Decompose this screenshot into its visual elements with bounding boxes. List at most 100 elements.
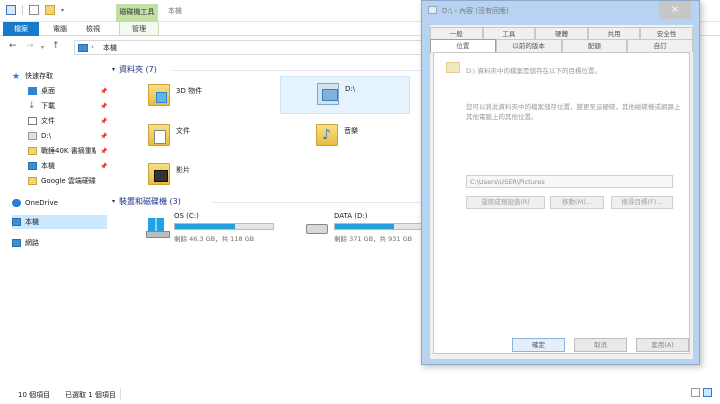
drive-usage-bar	[174, 223, 274, 230]
dialog-title-bar: D:\ - 內容 (沒有回應) ×	[422, 1, 699, 21]
group-title: 裝置和磁碟機 (3)	[119, 197, 181, 206]
location-panel: D:\ 資料夾中的檔案是儲存在以下的目標位置。 您可以將此資料夾中的檔案儲存位置…	[433, 52, 690, 354]
tab-location[interactable]: 位置	[430, 39, 496, 53]
sidebar-item-this-pc-pinned[interactable]: 本機 📌	[28, 159, 108, 173]
pin-icon: 📌	[100, 102, 108, 110]
sidebar-item-label: 桌面	[41, 87, 55, 95]
computer-icon	[78, 44, 88, 52]
cloud-icon	[12, 199, 21, 207]
tab-manage[interactable]: 管理	[119, 22, 159, 36]
customize-toolbar-icon[interactable]: ▾	[61, 7, 64, 14]
folder-label: 音樂	[344, 127, 358, 135]
chevron-down-icon: ▾	[112, 66, 116, 73]
drive-tile-d[interactable]: DATA (D:) 剩餘 371 GB，共 931 GB	[272, 208, 434, 248]
pin-icon: 📌	[100, 117, 108, 125]
sidebar-item-label: 本機	[25, 218, 39, 226]
restore-default-button[interactable]: 還原成預設值(R)	[466, 196, 545, 209]
pin-icon: 📌	[100, 87, 108, 95]
folders-group-header[interactable]: ▾ 資料夾 (7)	[112, 64, 157, 75]
group-title: 資料夾 (7)	[119, 65, 157, 74]
details-view-icon[interactable]	[691, 388, 700, 397]
recent-locations-chevron-icon[interactable]: ▾	[41, 44, 44, 51]
chevron-down-icon: ▾	[112, 198, 116, 205]
windows-drive-icon	[146, 218, 170, 238]
view-toggle	[691, 388, 712, 397]
folder-label: 影片	[176, 166, 190, 174]
tab-file[interactable]: 檔案	[3, 22, 39, 36]
location-description: D:\ 資料夾中的檔案是儲存在以下的目標位置。	[466, 67, 601, 75]
sidebar-item-onedrive[interactable]: OneDrive	[12, 196, 107, 210]
chevron-right-icon[interactable]: ›	[91, 43, 94, 51]
sidebar-item-d-drive[interactable]: D:\ 📌	[28, 129, 108, 143]
apply-button[interactable]: 套用(A)	[636, 338, 689, 352]
tab-computer[interactable]: 電腦	[47, 22, 73, 36]
move-button[interactable]: 移動(M)...	[550, 196, 604, 209]
tab-view[interactable]: 檢視	[80, 22, 106, 36]
tab-previous-versions[interactable]: 以前的版本	[495, 39, 562, 52]
cancel-button[interactable]: 取消	[574, 338, 627, 352]
drive-tools-context-tab: 磁碟機工具	[116, 4, 158, 22]
properties-icon[interactable]	[29, 5, 39, 15]
divider	[172, 70, 422, 71]
folder-label: 3D 物件	[176, 87, 203, 95]
large-icons-view-icon[interactable]	[703, 388, 712, 397]
star-icon: ★	[12, 72, 21, 82]
quick-access-toolbar: ▾	[6, 5, 64, 15]
hard-drive-icon	[306, 224, 328, 234]
dialog-body: 一般 工具 硬體 共用 安全性 位置 以前的版本 配額 自訂 D:\ 資料夾中的…	[430, 25, 693, 359]
videos-folder-icon	[148, 163, 170, 185]
ok-button[interactable]: 確定	[512, 338, 565, 352]
sidebar-item-google-drive[interactable]: Google 雲端硬碟	[28, 174, 108, 188]
folder-icon	[28, 177, 37, 185]
drive-tile-c[interactable]: OS (C:) 剩餘 46.3 GB，共 118 GB	[112, 208, 274, 248]
computer-icon	[28, 162, 37, 170]
sidebar-item-quick-access[interactable]: ★ 快速存取	[12, 69, 107, 83]
tab-row-2: 位置 以前的版本 配額 自訂	[430, 39, 693, 53]
properties-dialog: D:\ - 內容 (沒有回應) × 一般 工具 硬體 共用 安全性 位置 以前的…	[421, 0, 700, 365]
folder-icon	[446, 62, 460, 73]
drive-usage-bar	[334, 223, 434, 230]
folder-tile-d-drive[interactable]: D:\	[280, 76, 410, 114]
selection-count: 已選取 1 個項目	[65, 391, 116, 399]
sidebar-item-folder[interactable]: 戰錘40K 書摘重點 📌	[28, 144, 108, 158]
pin-icon: 📌	[100, 132, 108, 140]
folder-label: 文件	[176, 127, 190, 135]
back-arrow-icon[interactable]: ←	[9, 41, 17, 51]
forward-arrow-icon[interactable]: →	[26, 41, 34, 51]
close-button[interactable]: ×	[659, 1, 691, 19]
sidebar-item-label: 本機	[41, 162, 55, 170]
location-path-field[interactable]: C:\Users\USER\Pictures	[466, 175, 673, 188]
new-folder-icon[interactable]	[45, 5, 55, 15]
drive-size: 剩餘 46.3 GB，共 118 GB	[174, 235, 255, 243]
sidebar-item-label: 快速存取	[25, 72, 53, 80]
sidebar-item-label: 戰錘40K 書摘重點	[41, 147, 96, 155]
sidebar-item-downloads[interactable]: ↓ 下載 📌	[28, 99, 108, 113]
divider	[22, 5, 23, 15]
sidebar-item-documents[interactable]: 文件 📌	[28, 114, 108, 128]
folder-tile-3d-objects[interactable]: 3D 物件	[112, 78, 242, 116]
document-icon	[28, 117, 37, 125]
folder-tile-music[interactable]: 音樂	[280, 118, 410, 156]
find-target-button[interactable]: 搜尋目標(F)...	[611, 196, 673, 209]
vertical-scrollbar[interactable]	[706, 60, 720, 380]
tab-quota[interactable]: 配額	[561, 39, 628, 52]
drive-icon	[428, 6, 437, 14]
drive-name: DATA (D:)	[334, 212, 368, 220]
drives-group-header[interactable]: ▾ 裝置和磁碟機 (3)	[112, 196, 181, 207]
up-arrow-icon[interactable]: ↑	[52, 41, 60, 51]
location-help-text: 您可以將此資料夾中的檔案儲存位置，變更至這硬碟，其他磁碟機或網路上其他電腦上的其…	[466, 103, 681, 121]
folder-tile-documents[interactable]: 文件	[112, 118, 242, 156]
sidebar-item-label: Google 雲端硬碟	[41, 177, 96, 185]
divider	[212, 202, 422, 203]
content-area: ▾ 資料夾 (7) 3D 物件 D:\ 文件 音樂 影片	[112, 60, 434, 380]
sidebar-item-network[interactable]: 網路	[12, 236, 107, 250]
item-count: 10 個項目	[18, 391, 51, 399]
tab-customize[interactable]: 自訂	[627, 39, 693, 52]
folder-tile-videos[interactable]: 影片	[112, 157, 242, 195]
address-bar[interactable]: › 本機	[74, 40, 434, 55]
sidebar-item-desktop[interactable]: 桌面 📌	[28, 84, 108, 98]
pictures-folder-icon	[317, 83, 339, 105]
3d-objects-folder-icon	[148, 84, 170, 106]
sidebar-item-this-pc[interactable]: 本機	[12, 215, 107, 229]
sidebar-item-label: 網路	[25, 239, 39, 247]
